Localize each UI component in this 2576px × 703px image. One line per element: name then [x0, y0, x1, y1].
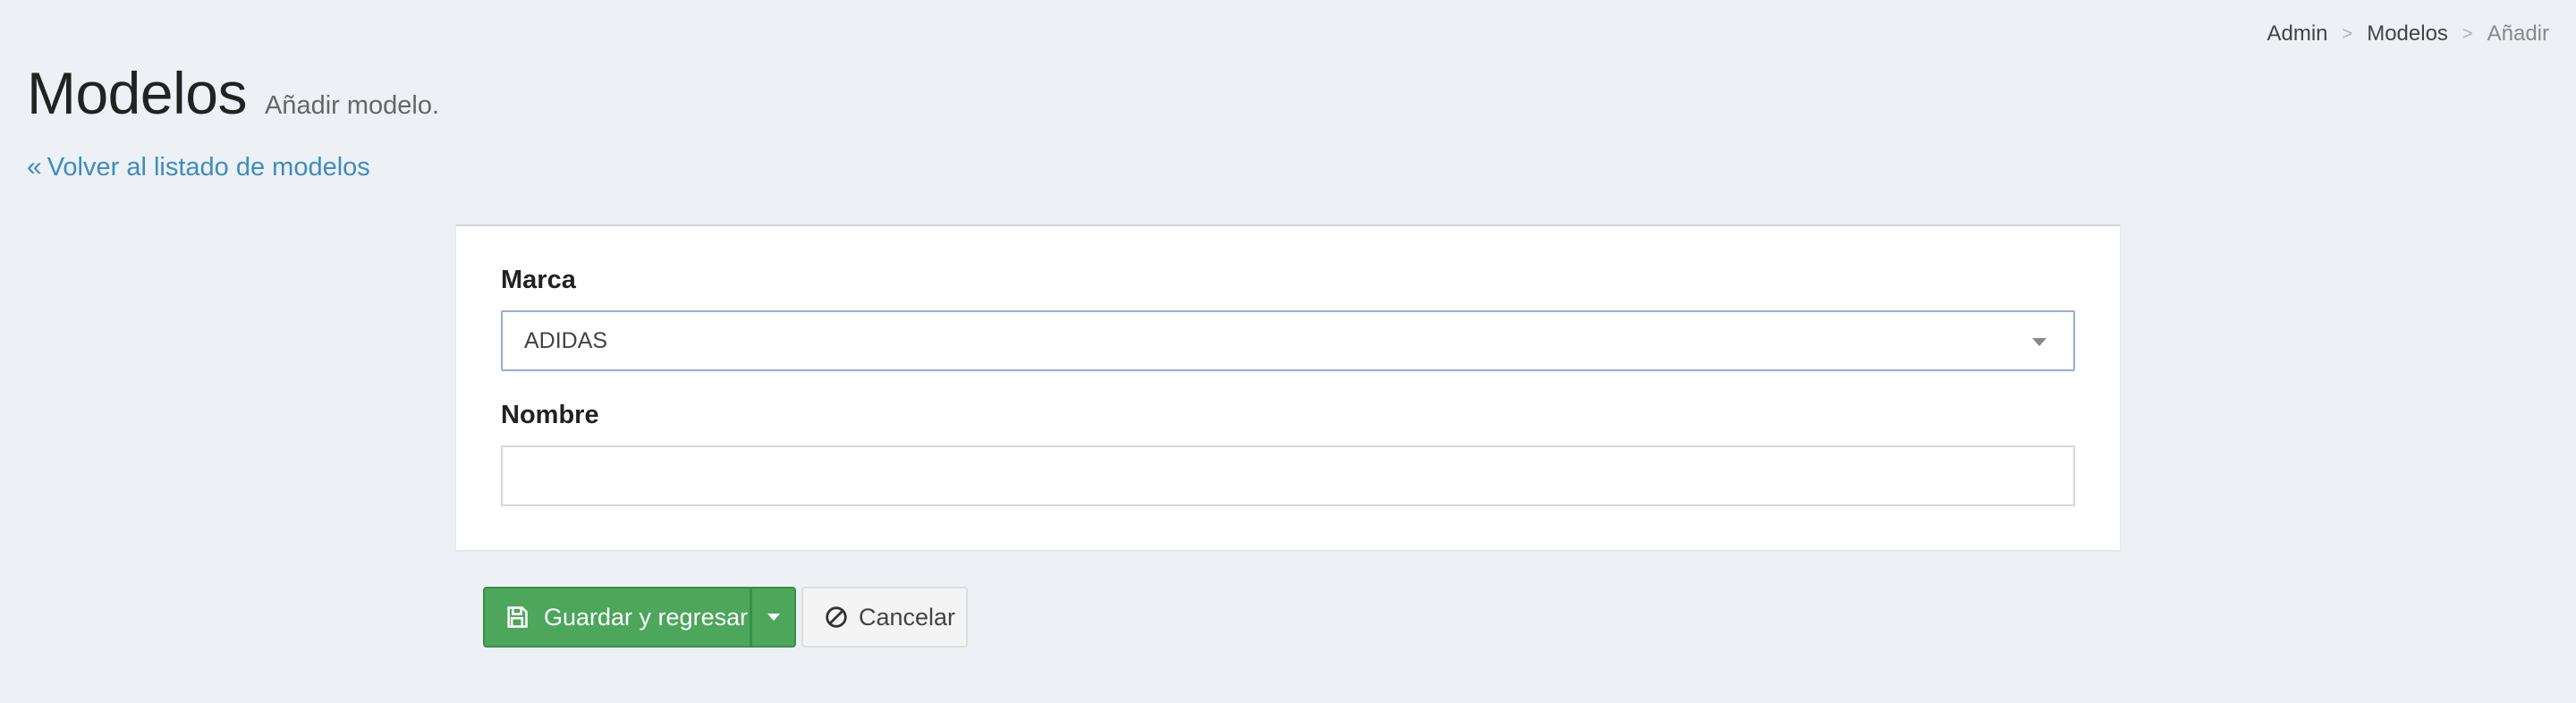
breadcrumb-separator: >: [2342, 23, 2353, 44]
back-to-list-link[interactable]: « Volver al listado de modelos: [27, 152, 370, 182]
save-options-dropdown-toggle[interactable]: [751, 587, 796, 648]
nombre-label: Nombre: [501, 401, 599, 429]
breadcrumb-separator: >: [2462, 23, 2473, 44]
back-link-label: Volver al listado de modelos: [47, 152, 370, 182]
angle-double-left-icon: «: [27, 152, 42, 182]
marca-select[interactable]: ADIDAS: [501, 310, 2075, 371]
breadcrumb-item-admin[interactable]: Admin: [2267, 21, 2328, 47]
marca-label: Marca: [501, 266, 576, 294]
breadcrumb-item-current: Añadir: [2487, 21, 2549, 46]
form-card: Marca ADIDAS Nombre: [456, 224, 2120, 550]
form-actions: Guardar y regresar Cancelar: [483, 587, 968, 648]
page-title: Modelos: [27, 60, 247, 126]
cancel-button-label: Cancelar: [859, 603, 956, 631]
page-subtitle: Añadir modelo.: [264, 91, 440, 120]
form-group-marca: Marca ADIDAS: [501, 266, 2075, 371]
cancel-button[interactable]: Cancelar: [801, 587, 968, 648]
breadcrumb-item-modelos[interactable]: Modelos: [2367, 21, 2448, 47]
save-and-return-button[interactable]: Guardar y regresar: [483, 587, 751, 648]
chevron-down-icon: [2032, 338, 2046, 346]
ban-icon: [826, 606, 847, 628]
marca-selected-value: ADIDAS: [524, 327, 608, 353]
caret-down-icon: [767, 614, 780, 621]
page-header: Modelos Añadir modelo.: [27, 59, 439, 127]
breadcrumb: Admin > Modelos > Añadir: [2267, 21, 2550, 47]
save-button-label: Guardar y regresar: [544, 603, 749, 631]
nombre-input[interactable]: [501, 445, 2075, 506]
form-group-nombre: Nombre: [501, 401, 2075, 506]
floppy-disk-icon: [507, 606, 528, 628]
